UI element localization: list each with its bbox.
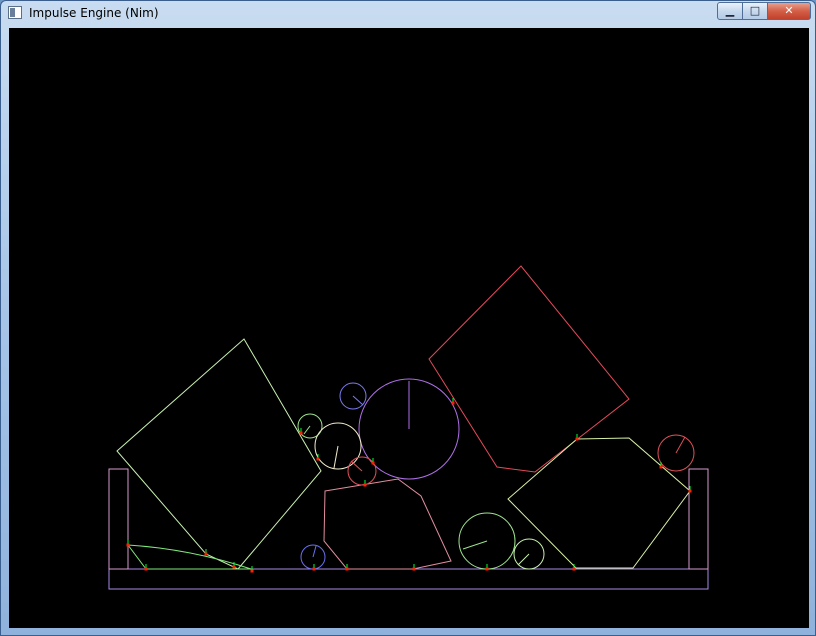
contact-point: [371, 461, 375, 465]
contact-point: [250, 569, 254, 573]
contact-point: [345, 567, 349, 571]
contact-point: [688, 489, 692, 493]
left-wall: [108, 468, 129, 570]
contact-point: [485, 567, 489, 571]
red-square: [428, 265, 630, 473]
green-square: [116, 338, 322, 570]
simulation-canvas[interactable]: [9, 28, 809, 628]
contact-point: [204, 552, 208, 556]
contact-point: [299, 431, 303, 435]
contact-point: [575, 437, 579, 441]
contact-point: [144, 567, 148, 571]
close-button[interactable]: ✕: [767, 2, 811, 20]
red-circle-small-radius: [350, 460, 363, 472]
maximize-button[interactable]: □: [742, 2, 768, 20]
light-green-circle-radius: [303, 425, 311, 435]
contact-point: [232, 565, 236, 569]
red-circle-right-radius: [675, 436, 686, 454]
contact-point: [412, 567, 416, 571]
window-icon: [8, 6, 22, 19]
cream-circle-radius: [333, 445, 339, 469]
pink-pentagon: [323, 478, 452, 570]
light-green-circle-bottom-radius: [517, 553, 530, 566]
contact-point: [363, 483, 367, 487]
ground-box: [108, 568, 709, 590]
blue-circle-top-radius: [352, 395, 364, 406]
contact-point: [126, 543, 130, 547]
green-circle-bottom-radius: [462, 540, 488, 550]
app-window: Impulse Engine (Nim) ▁ □ ✕: [0, 0, 816, 636]
blue-circle-bottom-radius: [312, 545, 317, 558]
contact-point: [572, 567, 576, 571]
contact-point: [316, 457, 320, 461]
right-wall: [688, 468, 709, 570]
minimize-button[interactable]: ▁: [717, 2, 743, 20]
contact-point: [451, 401, 455, 405]
window-title: Impulse Engine (Nim): [29, 6, 159, 20]
title-bar[interactable]: Impulse Engine (Nim) ▁ □ ✕: [1, 1, 815, 27]
green-hexagon: [507, 437, 691, 569]
contact-point: [312, 567, 316, 571]
contact-point: [659, 465, 663, 469]
physics-scene: [108, 265, 709, 590]
